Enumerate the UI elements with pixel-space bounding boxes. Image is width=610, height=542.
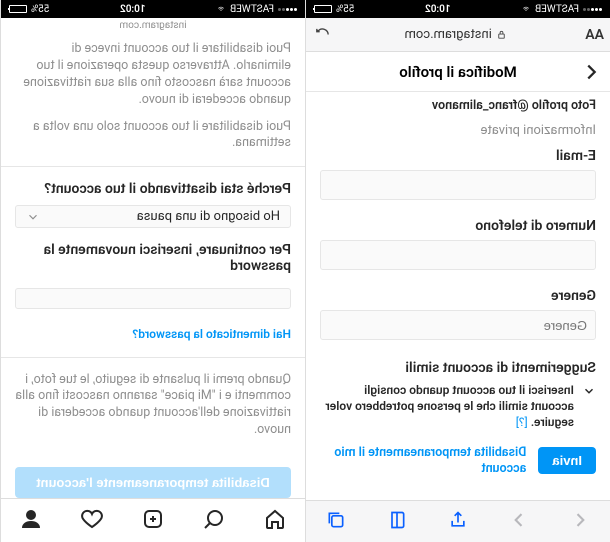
email-field[interactable] <box>320 170 596 200</box>
wifi-icon <box>521 5 531 13</box>
warning-paragraph: Quando premi il pulsante di seguito, le … <box>15 372 291 440</box>
phone-label: Numero di telefono <box>320 218 596 234</box>
text-size-button[interactable]: AA <box>585 27 604 43</box>
chevron-down-icon <box>582 384 596 402</box>
instagram-nav <box>1 498 305 542</box>
chevron-left-icon <box>570 510 590 530</box>
safari-toolbar <box>306 500 610 542</box>
safari-url-bar: AA instagram.com <box>306 18 610 52</box>
nav-home-button[interactable] <box>263 507 287 535</box>
home-icon <box>263 507 287 531</box>
share-icon <box>448 510 468 530</box>
chevron-left-icon <box>580 61 602 83</box>
lock-icon <box>496 29 507 40</box>
suggestions-text: Inserisci il tuo account quando consigli… <box>325 383 574 429</box>
forgot-password-link[interactable]: Hai dimenticato la password? <box>15 327 291 341</box>
profile-icon <box>19 507 43 531</box>
wifi-icon <box>216 5 226 13</box>
info-paragraph-2: Puoi disabilitare il tuo account solo un… <box>15 119 291 153</box>
nav-create-button[interactable] <box>141 507 165 535</box>
page-title: Modifica il profilo <box>399 63 517 81</box>
email-label: E-mail <box>320 148 596 164</box>
page-header: Modifica il profilo <box>306 52 610 92</box>
suggestions-toggle-row[interactable]: Inserisci il tuo account quando consigli… <box>320 382 596 431</box>
tabs-icon <box>326 510 346 530</box>
battery-icon <box>314 5 332 13</box>
chevron-right-icon <box>509 510 529 530</box>
submit-button[interactable]: Invia <box>538 447 596 474</box>
safari-back-button[interactable] <box>570 510 590 534</box>
disable-account-link[interactable]: Disabilita temporaneamente il mio accoun… <box>320 445 526 478</box>
suggestions-heading: Suggerimenti di account simili <box>320 360 596 376</box>
url-field[interactable]: instagram.com <box>334 27 577 42</box>
search-icon <box>202 507 226 531</box>
safari-tabs-button[interactable] <box>326 510 346 534</box>
password-field[interactable] <box>15 288 291 308</box>
phone-field[interactable] <box>320 240 596 270</box>
status-bar: FASTWEB 10:02 55% <box>306 0 610 18</box>
reload-icon <box>315 26 332 43</box>
chevron-down-icon <box>26 210 40 224</box>
edit-profile-form: Foto profilo @franc_alimanov Informazion… <box>306 92 610 500</box>
carrier-label: FASTWEB <box>230 4 274 15</box>
suggestions-help-link[interactable]: [?] <box>516 415 528 429</box>
password-label: Per continuare, inserisci nuovamente la … <box>15 242 291 274</box>
phone-left: FASTWEB 10:02 55% instagram.com Puoi dis… <box>0 0 305 542</box>
divider <box>1 166 305 167</box>
disable-account-page: Puoi disabilitare il tuo account invece … <box>1 33 305 498</box>
safari-share-button[interactable] <box>448 510 468 534</box>
battery-percent: 55% <box>31 4 50 15</box>
nav-profile-button[interactable] <box>19 507 43 535</box>
private-info-heading: Informazioni private <box>320 123 596 138</box>
plus-square-icon <box>141 507 165 531</box>
nav-activity-button[interactable] <box>80 507 104 535</box>
profile-photo-row: Foto profilo @franc_alimanov <box>320 98 596 113</box>
disable-account-button[interactable]: Disabilita temporaneamente l'account <box>15 467 291 498</box>
reason-selected-value: Ho bisogno di una pausa <box>137 209 280 224</box>
back-button[interactable] <box>580 61 602 83</box>
carrier-label: FASTWEB <box>535 4 579 15</box>
divider <box>1 357 305 358</box>
battery-percent: 55% <box>336 4 355 15</box>
gender-label: Genere <box>320 288 596 304</box>
safari-bookmarks-button[interactable] <box>387 510 407 534</box>
book-icon <box>387 510 407 530</box>
signal-dots-icon <box>278 8 297 11</box>
status-bar: FASTWEB 10:02 55% <box>1 0 305 18</box>
gender-field[interactable] <box>320 310 596 340</box>
signal-dots-icon <box>583 8 602 11</box>
status-time: 10:02 <box>120 4 146 15</box>
reason-select[interactable]: Ho bisogno di una pausa <box>15 205 291 228</box>
battery-icon <box>9 5 27 13</box>
status-time: 10:02 <box>425 4 451 15</box>
reload-button[interactable] <box>312 24 334 46</box>
mini-url-bar[interactable]: instagram.com <box>1 18 305 33</box>
phone-right: FASTWEB 10:02 55% AA instagram.com Modif… <box>305 0 610 542</box>
info-paragraph-1: Puoi disabilitare il tuo account invece … <box>15 41 291 109</box>
safari-forward-button[interactable] <box>509 510 529 534</box>
heart-icon <box>80 507 104 531</box>
reason-question-label: Perché stai disattivando il tuo account? <box>15 181 291 197</box>
nav-search-button[interactable] <box>202 507 226 535</box>
